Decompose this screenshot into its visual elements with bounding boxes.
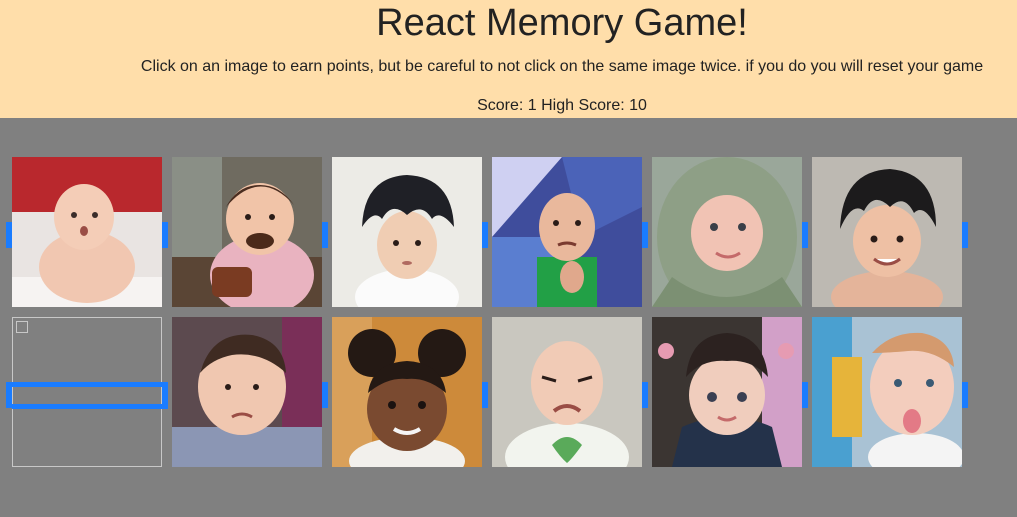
card-baby-in-bath[interactable] [12,157,162,307]
card-indicator-bar [162,382,168,408]
baby-black-spiky-hair-image [812,157,962,307]
card-indicator-bar [962,222,968,248]
baby-tongue-out-image [812,317,962,467]
broken-image-icon [16,321,28,333]
card-indicator-bar [322,382,328,408]
game-header: React Memory Game! Click on an image to … [0,0,1017,118]
instructions-text: Click on an image to earn points, but be… [140,58,984,75]
card-indicator-bar [642,222,648,248]
card-success-kid[interactable] [492,157,642,307]
baby-grumpy-face-image [172,317,322,467]
card-broken-image[interactable] [12,317,162,467]
card-indicator-bar [642,382,648,408]
baby-spiky-hair-image [332,157,482,307]
card-indicator-bar [482,382,488,408]
card-baby-curly-pigtails[interactable] [332,317,482,467]
baby-green-headscarf-image [652,157,802,307]
card-baby-crying[interactable] [492,317,642,467]
card-baby-tongue-out[interactable] [812,317,962,467]
card-baby-pigtails-bows[interactable] [652,317,802,467]
card-indicator-bar [802,382,808,408]
card-baby-grumpy-face[interactable] [172,317,322,467]
card-baby-chocolate-face[interactable] [172,157,322,307]
card-indicator-bar [12,382,168,387]
card-indicator-bar [12,404,168,409]
baby-crying-image [492,317,642,467]
card-baby-green-headscarf[interactable] [652,157,802,307]
page-title: React Memory Game! [376,2,748,44]
card-baby-black-spiky-hair[interactable] [812,157,962,307]
card-indicator-bar [962,382,968,408]
baby-curly-pigtails-image [332,317,482,467]
card-indicator-bar [482,222,488,248]
card-baby-spiky-hair[interactable] [332,157,482,307]
score-display: Score: 1 High Score: 10 [477,97,647,114]
baby-chocolate-face-image [172,157,322,307]
card-indicator-bar [802,222,808,248]
success-kid-image [492,157,642,307]
baby-in-bath-image [12,157,162,307]
card-indicator-bar [6,222,12,248]
card-indicator-bar [322,222,328,248]
card-indicator-bar [162,222,168,248]
baby-pigtails-bows-image [652,317,802,467]
